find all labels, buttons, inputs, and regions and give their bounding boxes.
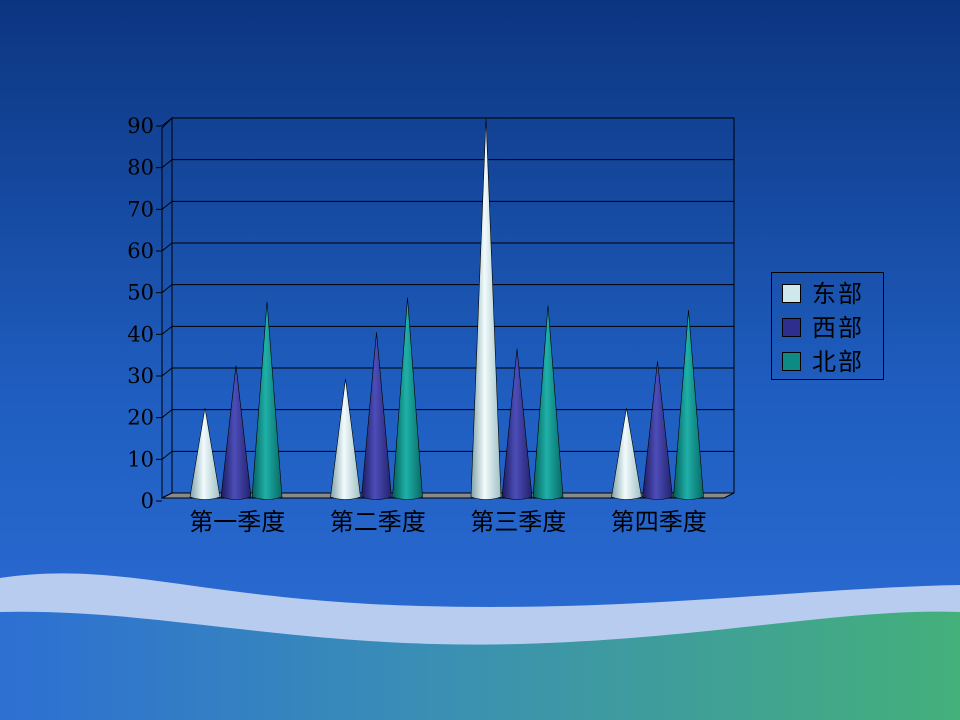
y-tick-label: 40 bbox=[127, 322, 154, 346]
cone-east-4 bbox=[611, 407, 642, 500]
legend-label-east: 东部 bbox=[812, 280, 864, 308]
legend-swatch-east bbox=[782, 284, 801, 303]
gridline-side bbox=[161, 284, 173, 294]
cone-west-3 bbox=[501, 348, 533, 500]
cone-east-2 bbox=[330, 378, 361, 500]
y-tick-label: 80 bbox=[127, 156, 154, 180]
cones bbox=[189, 117, 704, 500]
cone-west-1 bbox=[220, 365, 252, 500]
y-tick-label: 0 bbox=[141, 489, 154, 513]
gridline-side bbox=[161, 409, 173, 419]
legend-swatch-north bbox=[782, 352, 801, 371]
y-tick-label: 30 bbox=[127, 364, 154, 388]
x-category-label: 第二季度 bbox=[330, 508, 426, 536]
gridlines bbox=[161, 117, 734, 460]
cone-east-3 bbox=[470, 117, 502, 500]
cone-west-2 bbox=[361, 332, 392, 500]
plot-side-wall bbox=[161, 116, 173, 499]
legend-label-west: 西部 bbox=[812, 314, 864, 342]
gridline-side bbox=[161, 200, 173, 210]
legend-swatch-west bbox=[782, 318, 801, 337]
cone-east-1 bbox=[189, 407, 221, 500]
gridline-side bbox=[161, 159, 173, 169]
cone-north-2 bbox=[392, 297, 423, 500]
gridline-side bbox=[161, 117, 173, 127]
y-tick-label: 10 bbox=[127, 447, 154, 471]
legend-item-east: 东部 bbox=[772, 277, 883, 311]
cone-north-4 bbox=[673, 310, 704, 500]
gridline-side bbox=[161, 242, 173, 252]
legend: 东部 西部 北部 bbox=[771, 272, 884, 380]
legend-item-west: 西部 bbox=[772, 311, 883, 345]
y-tick-label: 70 bbox=[127, 197, 154, 221]
cone-north-3 bbox=[532, 305, 564, 500]
cone-west-4 bbox=[642, 361, 673, 500]
cone-north-1 bbox=[251, 301, 283, 500]
y-tick-label: 60 bbox=[127, 239, 154, 263]
x-category-label: 第三季度 bbox=[470, 508, 566, 536]
x-category-label: 第四季度 bbox=[611, 508, 707, 536]
gridline-side bbox=[161, 367, 173, 377]
legend-label-north: 北部 bbox=[812, 348, 864, 376]
gridline-side bbox=[161, 450, 173, 460]
x-axis: 第一季度 第二季度 第三季度 第四季度 bbox=[189, 508, 707, 536]
y-axis: 0 10 20 30 40 50 60 70 80 90 bbox=[127, 114, 162, 513]
y-tick-label: 20 bbox=[127, 406, 154, 430]
gridline-side bbox=[161, 325, 173, 335]
legend-item-north: 北部 bbox=[772, 345, 883, 379]
y-tick-label: 90 bbox=[127, 114, 154, 138]
x-category-label: 第一季度 bbox=[189, 508, 285, 536]
y-tick-label: 50 bbox=[127, 281, 154, 305]
